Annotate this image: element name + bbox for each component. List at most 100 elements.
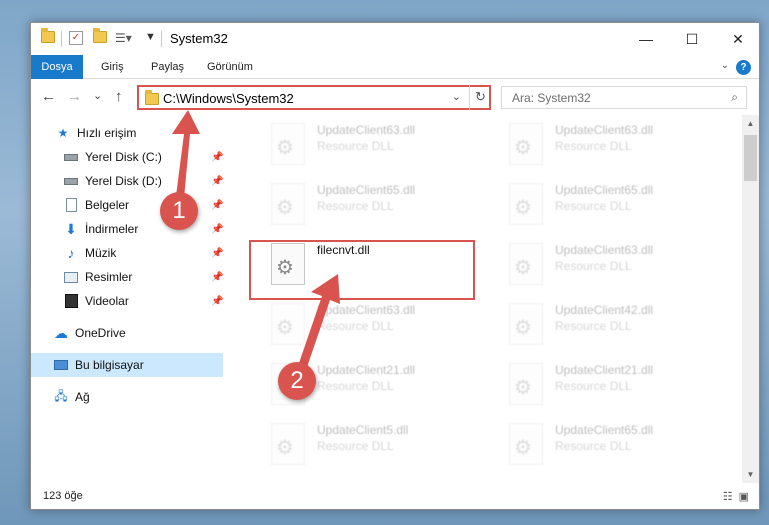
sidebar-item-pictures[interactable]: Resimler 📌 xyxy=(31,265,223,289)
customize-toolbar-icon[interactable]: ☰▾ xyxy=(115,31,132,47)
refresh-button[interactable]: ↻ xyxy=(469,85,491,110)
file-type: Resource DLL xyxy=(317,139,394,153)
sidebar-item-videos[interactable]: Videolar 📌 xyxy=(31,289,223,313)
sidebar-item-label: Müzik xyxy=(85,246,117,260)
dll-file-icon: ⚙ xyxy=(509,363,543,405)
file-item[interactable]: ⚙ UpdateClient21.dll Resource DLL xyxy=(487,357,713,413)
scroll-down-icon[interactable]: ▼ xyxy=(742,470,759,479)
file-item[interactable]: ⚙ UpdateClient63.dll Resource DLL xyxy=(249,297,475,353)
file-name: UpdateClient21.dll xyxy=(317,363,416,377)
file-explorer-window: ✓ ☰▾ ▼ System32 — ☐ ✕ Dosya Giriş Paylaş… xyxy=(30,22,760,510)
dll-file-icon: ⚙ xyxy=(509,303,543,345)
file-type: Resource DLL xyxy=(317,379,394,393)
pin-icon[interactable]: 📌 xyxy=(211,176,223,187)
pictures-icon xyxy=(63,270,79,284)
sidebar-item-label: Resimler xyxy=(85,270,133,284)
close-button[interactable]: ✕ xyxy=(715,23,761,55)
sidebar-item-label: Bu bilgisayar xyxy=(75,358,144,372)
search-input[interactable]: Ara: System32 ⌕ xyxy=(501,86,747,109)
recent-locations-button[interactable]: ⌄ xyxy=(93,89,102,102)
details-view-icon[interactable]: ☷ xyxy=(723,490,733,503)
pin-icon[interactable]: 📌 xyxy=(211,200,223,211)
large-icons-view-icon[interactable]: ▣ xyxy=(739,490,749,503)
dll-file-icon: ⚙ xyxy=(509,423,543,465)
address-history-dropdown-icon[interactable]: ⌄ xyxy=(452,90,461,103)
tab-file[interactable]: Dosya xyxy=(31,55,83,79)
expand-ribbon-icon[interactable]: ⌄ xyxy=(721,60,729,71)
title-bar: ✓ ☰▾ ▼ System32 — ☐ ✕ xyxy=(31,23,759,55)
pin-icon[interactable]: 📌 xyxy=(211,248,223,259)
folder-icon xyxy=(145,90,159,105)
forward-button[interactable]: → xyxy=(67,88,82,105)
file-item[interactable]: ⚙ UpdateClient65.dll Resource DLL xyxy=(249,177,475,233)
address-bar[interactable]: C:\Windows\System32 ⌄ xyxy=(137,85,491,110)
divider xyxy=(161,31,162,47)
sidebar-item-local-disk-d[interactable]: Yerel Disk (D:) 📌 xyxy=(31,169,223,193)
sidebar-item-label: OneDrive xyxy=(75,326,126,340)
properties-icon[interactable]: ✓ xyxy=(69,31,83,45)
search-icon[interactable]: ⌕ xyxy=(731,90,738,105)
file-name: UpdateClient63.dll xyxy=(317,303,416,317)
star-icon: ★ xyxy=(57,126,69,140)
tab-home[interactable]: Giriş xyxy=(93,55,132,79)
drive-icon xyxy=(63,174,79,188)
maximize-button[interactable]: ☐ xyxy=(669,23,715,55)
sidebar-item-network[interactable]: 🖧 Ağ xyxy=(31,385,223,409)
back-button[interactable]: ← xyxy=(41,88,56,105)
file-type: Resource DLL xyxy=(555,379,632,393)
file-item[interactable]: ⚙ UpdateClient65.dll Resource DLL xyxy=(487,177,713,233)
file-name: UpdateClient5.dll xyxy=(317,423,409,437)
navigation-bar: ← → ⌄ ↑ C:\Windows\System32 ⌄ ↻ Ara: Sys… xyxy=(31,80,759,114)
tab-view[interactable]: Görünüm xyxy=(199,55,261,79)
file-name: UpdateClient65.dll xyxy=(555,423,654,437)
sidebar-item-label: Ağ xyxy=(75,390,90,404)
file-name: UpdateClient63.dll xyxy=(555,123,654,137)
minimize-button[interactable]: — xyxy=(623,23,669,55)
file-type: Resource DLL xyxy=(555,199,632,213)
scroll-up-icon[interactable]: ▲ xyxy=(742,119,759,128)
file-item[interactable]: ⚙ UpdateClient42.dll Resource DLL xyxy=(487,297,713,353)
dll-file-icon: ⚙ xyxy=(509,243,543,285)
navigation-pane: ★ Hızlı erişim Yerel Disk (C:) 📌 Yerel D… xyxy=(31,115,229,483)
file-name: UpdateClient65.dll xyxy=(555,183,654,197)
download-icon: ⬇ xyxy=(65,220,77,237)
video-icon xyxy=(63,294,79,308)
ribbon-tabs: Dosya Giriş Paylaş Görünüm ⌄ ? xyxy=(31,55,759,79)
folder-icon[interactable] xyxy=(41,28,55,47)
quick-access-dropdown-icon[interactable]: ▼ xyxy=(145,31,156,47)
scrollbar-thumb[interactable] xyxy=(744,135,757,181)
sidebar-item-quick-access[interactable]: ★ Hızlı erişim xyxy=(31,121,223,145)
pin-icon[interactable]: 📌 xyxy=(211,296,223,307)
file-type: Resource DLL xyxy=(317,199,394,213)
vertical-scrollbar[interactable]: ▲ ▼ xyxy=(742,115,759,483)
file-name: UpdateClient63.dll xyxy=(317,123,416,137)
address-path[interactable]: C:\Windows\System32 xyxy=(163,91,294,106)
pin-icon[interactable]: 📌 xyxy=(211,152,223,163)
up-button[interactable]: ↑ xyxy=(115,88,123,105)
pin-icon[interactable]: 📌 xyxy=(211,272,223,283)
sidebar-item-label: İndirmeler xyxy=(85,222,139,236)
dll-file-icon: ⚙ xyxy=(271,423,305,465)
new-folder-icon[interactable] xyxy=(93,28,107,47)
sidebar-item-music[interactable]: ♪ Müzik 📌 xyxy=(31,241,224,265)
file-name: UpdateClient21.dll xyxy=(555,363,654,377)
file-name: UpdateClient42.dll xyxy=(555,303,654,317)
step-2-badge: 2 xyxy=(278,362,316,400)
file-item[interactable]: ⚙ UpdateClient65.dll Resource DLL xyxy=(487,417,713,473)
help-icon[interactable]: ? xyxy=(736,60,751,75)
file-item[interactable]: ⚙ UpdateClient63.dll Resource DLL xyxy=(487,117,713,173)
sidebar-item-label: Yerel Disk (C:) xyxy=(85,150,162,164)
sidebar-item-this-pc[interactable]: Bu bilgisayar xyxy=(31,353,223,377)
file-type: Resource DLL xyxy=(555,319,632,333)
file-item[interactable]: ⚙ UpdateClient63.dll Resource DLL xyxy=(249,117,475,173)
pin-icon[interactable]: 📌 xyxy=(211,224,223,235)
sidebar-item-onedrive[interactable]: ☁ OneDrive xyxy=(31,321,223,345)
step-1-badge: 1 xyxy=(160,192,198,230)
file-item[interactable]: ⚙ UpdateClient5.dll Resource DLL xyxy=(249,417,475,473)
tab-share[interactable]: Paylaş xyxy=(143,55,192,79)
dll-file-icon: ⚙ xyxy=(509,123,543,165)
sidebar-item-label: Belgeler xyxy=(85,198,130,212)
file-item[interactable]: ⚙ UpdateClient63.dll Resource DLL xyxy=(487,237,713,293)
search-placeholder: Ara: System32 xyxy=(512,91,591,105)
sidebar-item-local-disk-c[interactable]: Yerel Disk (C:) 📌 xyxy=(31,145,223,169)
